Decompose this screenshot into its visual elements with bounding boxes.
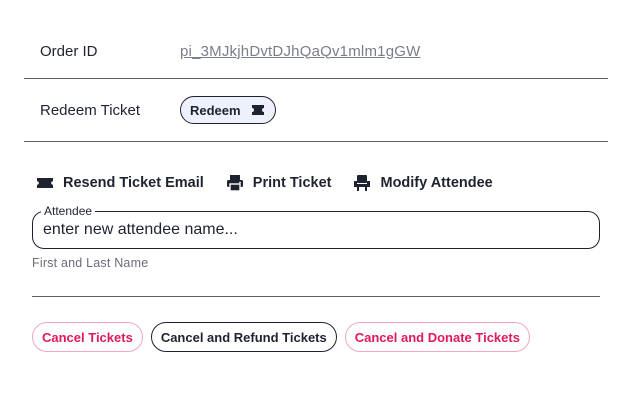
ticket-actions: Resend Ticket Email Print Ticket Modify … [36,174,493,192]
divider [24,78,608,79]
seat-icon [353,174,371,192]
resend-ticket-email-label: Resend Ticket Email [63,175,204,191]
attendee-field: Attendee [32,204,600,249]
redeem-button-label: Redeem [190,102,241,118]
redeem-ticket-row: Redeem Ticket Redeem [24,96,608,124]
order-id-row: Order ID pi_3MJkjhDvtDJhQaQv1mlm1gGW [24,40,608,62]
redeem-ticket-label: Redeem Ticket [40,101,141,119]
print-ticket-label: Print Ticket [252,175,332,191]
order-id-label: Order ID [40,42,98,60]
divider [24,141,608,142]
redeem-button[interactable]: Redeem [180,96,276,124]
printer-icon [226,174,244,192]
attendee-field-legend: Attendee [41,204,96,218]
cancel-tickets-button[interactable]: Cancel Tickets [32,322,143,352]
cancel-actions: Cancel Tickets Cancel and Refund Tickets… [32,322,530,352]
ticket-icon [36,174,54,192]
print-ticket-button[interactable]: Print Ticket [226,174,332,192]
attendee-helper-text: First and Last Name [32,256,149,270]
modify-attendee-button[interactable]: Modify Attendee [353,174,493,192]
modify-attendee-label: Modify Attendee [380,175,493,191]
resend-ticket-email-button[interactable]: Resend Ticket Email [36,174,204,192]
cancel-and-donate-tickets-button[interactable]: Cancel and Donate Tickets [344,322,530,352]
cancel-and-refund-tickets-button[interactable]: Cancel and Refund Tickets [150,322,337,352]
ticket-icon [251,103,265,117]
divider [32,296,600,297]
order-id-link[interactable]: pi_3MJkjhDvtDJhQaQv1mlm1gGW [180,43,420,60]
attendee-name-input[interactable] [43,218,583,242]
